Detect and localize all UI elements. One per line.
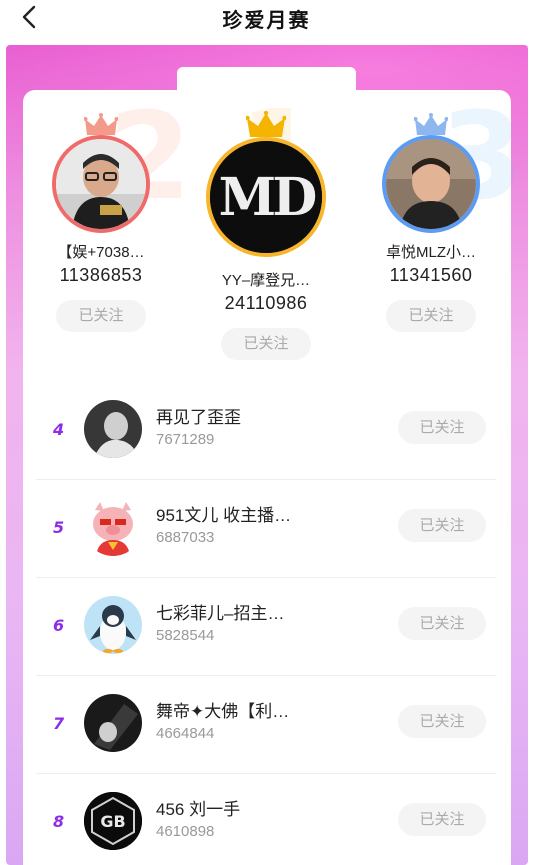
user-score: 6887033	[156, 529, 215, 546]
rank-number: 4	[53, 420, 65, 439]
avatar-logo-text: GB	[100, 812, 125, 831]
crown-icon	[414, 113, 448, 135]
top-nav-bar: 珍爱月赛	[0, 0, 533, 40]
rank-number: 6	[53, 616, 65, 635]
follow-button[interactable]: 已关注	[56, 300, 146, 332]
podium-third-place[interactable]: 卓悦MLZ小… 11341560 已关注	[366, 113, 496, 332]
avatar[interactable]	[52, 113, 150, 233]
follow-button[interactable]: 已关注	[398, 705, 486, 738]
avatar[interactable]: MD	[206, 111, 326, 257]
avatar[interactable]	[84, 498, 142, 556]
avatar[interactable]: GB	[84, 792, 142, 850]
avatar[interactable]	[84, 694, 142, 752]
podium-name: YY–摩登兄…	[221, 272, 311, 289]
podium-name: 【娱+7038…	[57, 244, 145, 261]
user-score: 7671289	[156, 431, 215, 448]
list-item[interactable]: 5 951文儿 收主播… 6887033 已关注	[36, 480, 496, 578]
rank-number: 7	[53, 714, 65, 733]
podium-name: 卓悦MLZ小…	[385, 244, 476, 261]
user-score: 4664844	[156, 725, 215, 742]
rank-number: 5	[53, 518, 65, 537]
list-item[interactable]: 7 舞帝✦大佛【利… 4664844 已关注	[36, 676, 496, 774]
list-item[interactable]: 4 再见了歪歪 7671289 已关注	[36, 382, 496, 480]
page-title: 珍爱月赛	[222, 8, 311, 32]
follow-button[interactable]: 已关注	[221, 328, 311, 360]
user-name: 456 刘一手	[156, 800, 241, 819]
follow-button[interactable]: 已关注	[386, 300, 476, 332]
list-item[interactable]: 6 七彩菲儿–招主… 5828544 已关注	[36, 578, 496, 676]
rank-number: 8	[53, 812, 65, 831]
podium-score: 24110986	[224, 293, 308, 313]
crown-icon	[84, 113, 118, 135]
avatar[interactable]	[382, 113, 480, 233]
user-name: 再见了歪歪	[156, 408, 241, 427]
follow-button[interactable]: 已关注	[398, 607, 486, 640]
crown-icon	[246, 111, 286, 137]
user-name: 951文儿 收主播…	[156, 506, 292, 525]
follow-button[interactable]: 已关注	[398, 509, 486, 542]
podium-score: 11386853	[59, 265, 143, 285]
user-name: 七彩菲儿–招主…	[156, 604, 285, 623]
avatar[interactable]	[84, 596, 142, 654]
user-score: 4610898	[156, 823, 215, 840]
avatar[interactable]	[84, 400, 142, 458]
follow-button[interactable]: 已关注	[398, 803, 486, 836]
podium-first-place[interactable]: MD YY–摩登兄… 24110986 已关注	[201, 111, 331, 360]
avatar-logo-text: MD	[218, 166, 318, 228]
podium-score: 11341560	[389, 265, 473, 285]
list-item[interactable]: 8 GB 456 刘一手 4610898 已关注	[36, 774, 496, 865]
user-score: 5828544	[156, 627, 215, 644]
follow-button[interactable]: 已关注	[398, 411, 486, 444]
podium-second-place[interactable]: 【娱+7038… 11386853 已关注	[36, 113, 166, 332]
user-name: 舞帝✦大佛【利…	[156, 702, 290, 721]
